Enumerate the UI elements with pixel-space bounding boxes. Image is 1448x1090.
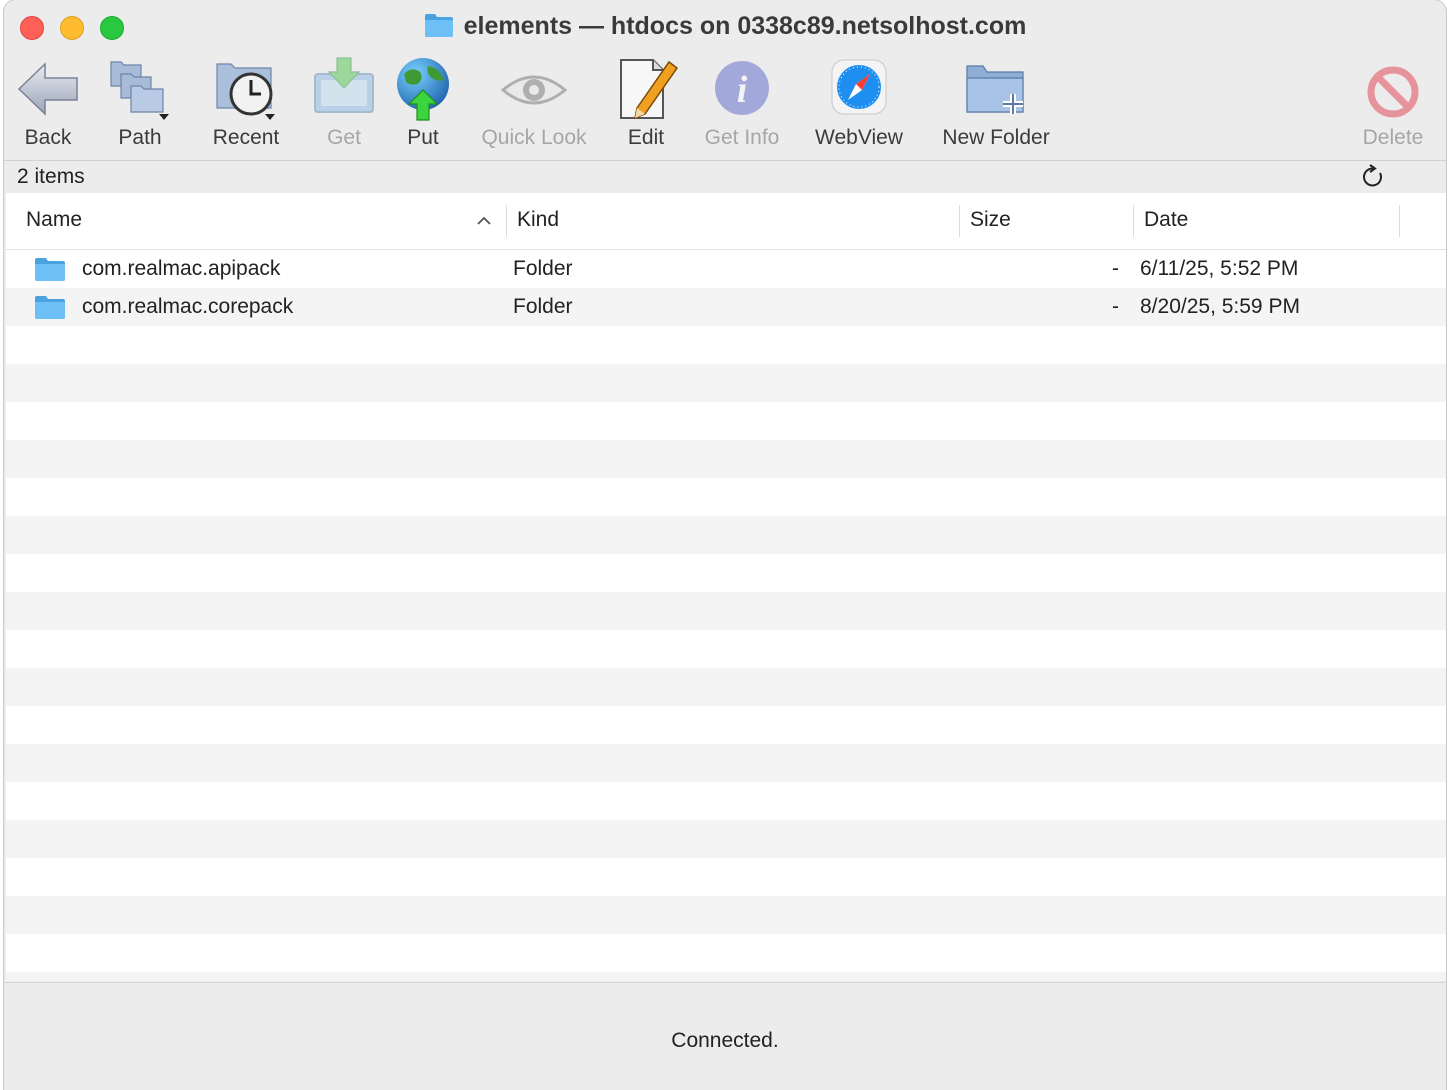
- item-count: 2 items: [17, 165, 85, 188]
- row-kind: Folder: [513, 295, 573, 318]
- globe-upload-icon: [397, 58, 449, 121]
- table-row[interactable]: com.realmac.apipack Folder - 6/11/25, 5:…: [6, 250, 1446, 288]
- table-row[interactable]: com.realmac.corepack Folder - 8/20/25, 5…: [6, 288, 1446, 326]
- get-info-label: Get Info: [704, 126, 780, 149]
- column-header-kind[interactable]: Kind: [517, 208, 559, 232]
- get-button[interactable]: Get: [310, 54, 378, 160]
- webview-label: WebView: [815, 126, 903, 149]
- row-size: -: [1112, 295, 1119, 318]
- recent-label: Recent: [212, 126, 280, 149]
- path-label: Path: [118, 126, 162, 149]
- list-header: Name Kind Size Date: [6, 193, 1446, 250]
- quick-look-label: Quick Look: [481, 126, 587, 149]
- folder-icon: [35, 258, 65, 281]
- pencil-document-icon: [620, 59, 679, 120]
- info-icon: i: [715, 61, 769, 115]
- file-list: Name Kind Size Date com.realmac.apipack …: [6, 193, 1446, 981]
- ftp-browser-window: elements — htdocs on 0338c89.netsolhost.…: [4, 0, 1446, 1090]
- row-kind: Folder: [513, 257, 573, 280]
- put-button[interactable]: Put: [390, 54, 456, 160]
- sort-ascending-icon[interactable]: [476, 213, 492, 229]
- column-header-size[interactable]: Size: [970, 208, 1011, 232]
- path-button[interactable]: Path: [108, 54, 172, 160]
- delete-button[interactable]: Delete: [1360, 54, 1426, 160]
- toolbar: Back Path Recent Get Put Quick Look Edit…: [4, 54, 1446, 160]
- refresh-icon[interactable]: [1360, 164, 1386, 190]
- delete-label: Delete: [1362, 126, 1424, 149]
- window-title-text: elements — htdocs on 0338c89.netsolhost.…: [463, 12, 1027, 40]
- back-label: Back: [24, 126, 72, 149]
- status-bar: Connected.: [4, 982, 1446, 1090]
- folder-icon: [35, 296, 65, 319]
- get-info-button[interactable]: i Get Info: [700, 54, 784, 160]
- row-name: com.realmac.corepack: [82, 295, 294, 318]
- svg-text:i: i: [737, 69, 748, 111]
- stacked-folders-icon: [110, 61, 169, 120]
- row-date: 6/11/25, 5:52 PM: [1140, 257, 1299, 280]
- window-title: elements — htdocs on 0338c89.netsolhost.…: [4, 12, 1446, 41]
- back-arrow-icon: [17, 62, 78, 116]
- column-separator[interactable]: [1133, 205, 1134, 237]
- eye-icon: [501, 75, 567, 105]
- folder-icon: [424, 14, 453, 37]
- webview-button[interactable]: WebView: [810, 54, 908, 160]
- column-separator[interactable]: [959, 205, 960, 237]
- title-bar: elements — htdocs on 0338c89.netsolhost.…: [4, 0, 1446, 54]
- column-header-date[interactable]: Date: [1144, 208, 1188, 232]
- new-folder-button[interactable]: New Folder: [940, 54, 1052, 160]
- clock-folder-icon: [216, 63, 275, 120]
- compass-icon: [831, 59, 887, 115]
- new-folder-label: New Folder: [942, 126, 1050, 149]
- row-date: 8/20/25, 5:59 PM: [1140, 295, 1300, 318]
- prohibited-icon: [1367, 66, 1419, 118]
- row-size: -: [1112, 257, 1119, 280]
- edit-button[interactable]: Edit: [614, 54, 679, 160]
- new-folder-icon: [966, 65, 1024, 114]
- column-separator[interactable]: [1399, 205, 1400, 237]
- row-name: com.realmac.apipack: [82, 257, 281, 280]
- quick-look-button[interactable]: Quick Look: [478, 54, 590, 160]
- column-separator[interactable]: [506, 205, 507, 237]
- recent-button[interactable]: Recent: [210, 54, 282, 160]
- list-rows: com.realmac.apipack Folder - 6/11/25, 5:…: [6, 250, 1446, 981]
- items-bar: 2 items: [4, 160, 1446, 193]
- download-icon: [314, 57, 374, 113]
- back-button[interactable]: Back: [16, 54, 80, 160]
- connection-status: Connected.: [671, 1029, 779, 1052]
- column-header-name[interactable]: Name: [26, 208, 82, 232]
